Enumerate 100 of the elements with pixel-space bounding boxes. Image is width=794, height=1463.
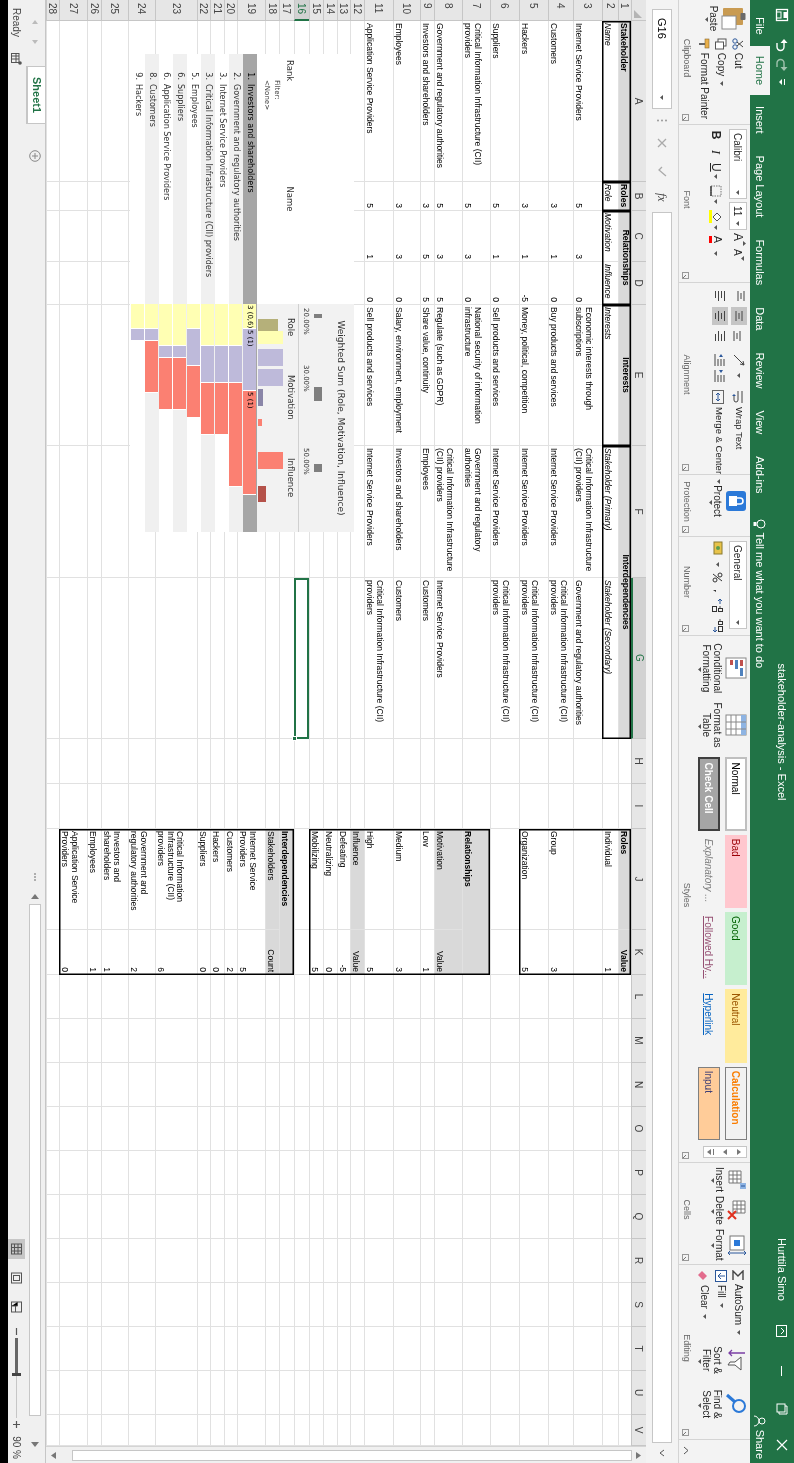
row-header[interactable]: 9 [420, 0, 434, 21]
cell-style-option[interactable]: Input [698, 1066, 720, 1140]
row-header[interactable]: 2 [602, 0, 618, 21]
column-header[interactable]: I [631, 784, 646, 829]
copy-button[interactable]: Copy [713, 36, 730, 120]
row-header[interactable]: 4 [548, 0, 573, 21]
formula-field[interactable] [652, 211, 672, 1443]
column-header[interactable]: C [631, 211, 646, 262]
row-header[interactable]: 16 [294, 0, 309, 21]
cut-button[interactable]: Cut [730, 36, 747, 120]
expand-formula-bar-icon[interactable] [659, 1449, 665, 1457]
selected-cell[interactable] [294, 578, 309, 739]
zoom-level[interactable]: 90 % [9, 1436, 24, 1459]
row-header[interactable]: 26 [87, 0, 101, 21]
font-color-button[interactable]: A [709, 235, 723, 243]
column-header[interactable]: N [631, 1063, 646, 1107]
close-icon[interactable] [776, 1439, 788, 1451]
dialog-launcher-icon[interactable] [682, 1254, 689, 1261]
add-sheet-icon[interactable] [29, 150, 41, 163]
macro-recording-icon[interactable] [11, 52, 22, 65]
column-header[interactable]: F [631, 446, 646, 578]
column-header[interactable]: J [631, 829, 646, 930]
scroll-right-arrow-icon[interactable] [30, 1439, 40, 1449]
row-header[interactable]: 23 [155, 0, 197, 21]
share-button[interactable]: Share [750, 1414, 770, 1459]
row-header[interactable]: 1 [618, 0, 631, 21]
row-header[interactable]: 22 [197, 0, 210, 21]
column-header[interactable]: V [631, 1415, 646, 1446]
ribbon-tab[interactable]: Formulas [750, 228, 770, 297]
row-header[interactable]: 18 [265, 0, 279, 21]
orientation-icon[interactable] [732, 353, 746, 369]
row-header[interactable]: 7 [462, 0, 490, 21]
scroll-up-arrow-icon[interactable] [634, 1450, 643, 1460]
column-header[interactable]: R [631, 1239, 646, 1283]
vertical-scrollbar-thumb[interactable] [72, 1449, 632, 1461]
find-select-button[interactable]: Find & Select [698, 1384, 747, 1425]
delete-cells-button[interactable]: Delete [711, 1196, 747, 1225]
weight-handle[interactable] [314, 464, 322, 472]
collapse-ribbon-icon[interactable] [683, 1446, 689, 1455]
decrease-decimal-icon[interactable] [712, 618, 724, 633]
customize-toolbar-icon[interactable] [778, 78, 786, 86]
autosum-button[interactable]: AutoSum [730, 1269, 747, 1337]
column-header[interactable]: L [631, 975, 646, 1019]
borders-button[interactable] [710, 184, 722, 204]
user-name[interactable]: Hurttila Simo [773, 1238, 791, 1301]
row-header[interactable]: 13 [337, 0, 350, 21]
column-header[interactable]: D [631, 262, 646, 305]
column-heading[interactable]: Influence [284, 444, 298, 498]
column-header[interactable]: E [631, 305, 646, 446]
ribbon-tab[interactable]: Insert [750, 95, 770, 145]
row-header[interactable]: 19 [237, 0, 265, 21]
column-header[interactable]: G [631, 578, 646, 739]
column-header[interactable]: T [631, 1327, 646, 1371]
row-header[interactable]: 15 [309, 0, 323, 21]
insert-function-button[interactable]: fx [653, 193, 671, 202]
percent-icon[interactable] [712, 572, 724, 583]
restore-icon[interactable] [776, 1403, 788, 1415]
row-header[interactable]: 8 [434, 0, 462, 21]
dialog-launcher-icon[interactable] [682, 625, 689, 632]
weight-handle[interactable] [314, 387, 322, 401]
row-header[interactable]: 28 [46, 0, 59, 21]
align-center-icon[interactable] [712, 307, 728, 325]
format-as-table-button[interactable]: Format as Table [698, 700, 747, 750]
underline-button[interactable]: U [707, 163, 725, 179]
column-heading[interactable]: Motivation [284, 361, 298, 420]
column-header[interactable]: P [631, 1151, 646, 1195]
column-heading[interactable]: Role [284, 304, 298, 337]
row-header[interactable]: 14 [323, 0, 337, 21]
row-header[interactable]: 25 [101, 0, 128, 21]
increase-indent-icon[interactable] [713, 369, 727, 383]
clear-button[interactable]: Clear [696, 1269, 713, 1337]
cell-style-option[interactable]: Neutral [725, 989, 747, 1063]
zoom-in-icon[interactable] [13, 1421, 20, 1429]
row-header[interactable]: 27 [59, 0, 87, 21]
column-header[interactable]: U [631, 1371, 646, 1415]
row-header[interactable]: 10 [393, 0, 420, 21]
tell-me-box[interactable]: Tell me what you want to do [750, 518, 770, 669]
format-painter-button[interactable]: Format Painter [696, 36, 713, 120]
column-header[interactable]: K [631, 930, 646, 975]
fill-color-button[interactable] [709, 209, 723, 230]
row-header[interactable]: 20 [224, 0, 237, 21]
font-size-dropdown[interactable]: 11 [729, 202, 747, 230]
dialog-launcher-icon[interactable] [682, 464, 689, 471]
format-cells-button[interactable]: Format [711, 1228, 747, 1261]
dialog-launcher-icon[interactable] [682, 272, 689, 279]
merge-center-button[interactable]: Merge & Center [710, 389, 727, 486]
enter-icon[interactable] [657, 166, 667, 177]
dialog-launcher-icon[interactable] [682, 1429, 689, 1436]
ranking-row[interactable]: 3. Critical Information Infrastructure (CII) providers [201, 54, 215, 532]
fill-button[interactable]: Fill [713, 1269, 730, 1337]
save-icon[interactable] [775, 8, 789, 22]
column-header[interactable]: H [631, 739, 646, 784]
number-format-dropdown[interactable]: General [729, 541, 747, 629]
zoom-slider-track[interactable] [12, 1338, 21, 1419]
column-header[interactable]: M [631, 1019, 646, 1063]
scroll-down-arrow-icon[interactable] [49, 1450, 58, 1460]
insert-cells-button[interactable]: Insert [711, 1167, 747, 1192]
column-header[interactable]: O [631, 1107, 646, 1151]
ranking-row[interactable]: 8. Customers [145, 54, 159, 532]
ranking-row[interactable]: 6. Suppliers [173, 54, 187, 532]
